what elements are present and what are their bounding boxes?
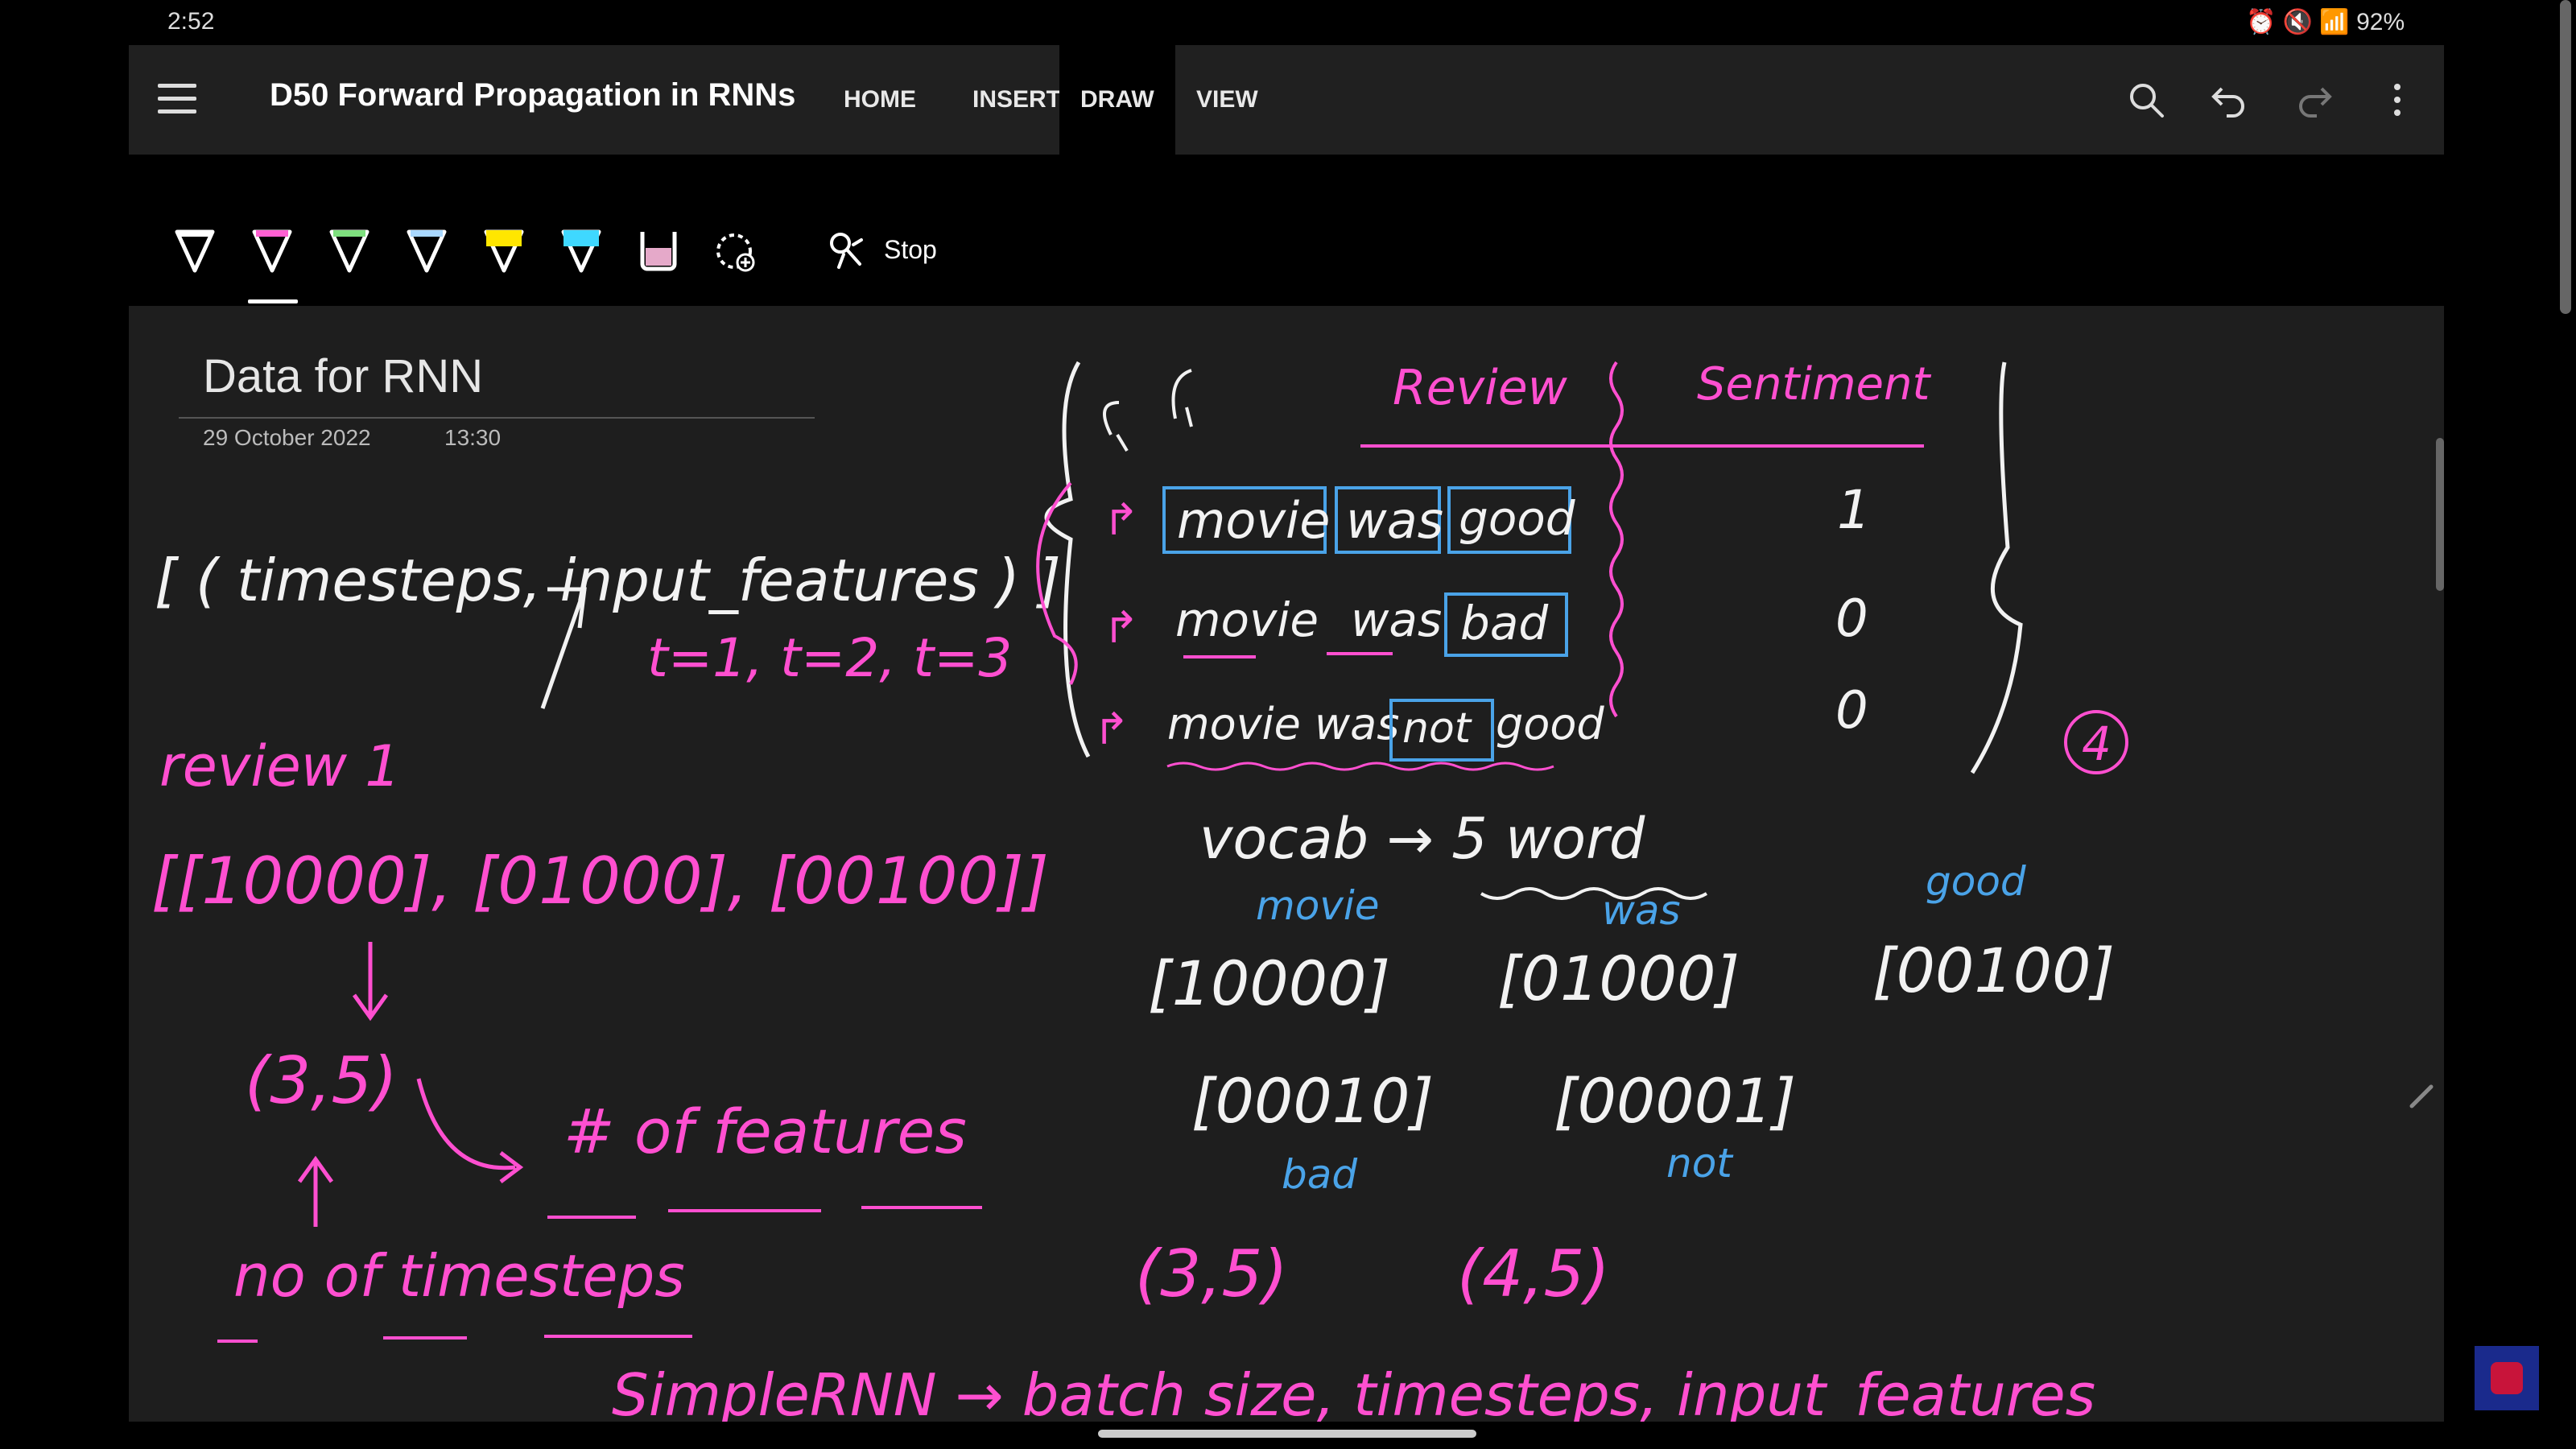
ink-shape-b: (4,5) (1457, 1236, 1610, 1311)
ink-header-sentiment: Sentiment (1697, 358, 1932, 411)
stop-button-label[interactable]: Stop (884, 235, 937, 265)
handwritten-ink: [ ( timesteps, input_features ) ] t=1, t… (151, 358, 2128, 1422)
ink-column-divider (1609, 361, 1624, 718)
ink-row2-sentiment: 0 (1835, 589, 1868, 649)
mute-icon: 🔇 (2282, 9, 2314, 35)
ink-features-underline (547, 1206, 982, 1219)
ink-vec-1: [10000] (1148, 947, 1390, 1019)
ink-row2-word3: bad (1460, 596, 1549, 650)
ink-row3-word1: movie was (1167, 699, 1399, 749)
ink-shape-line: [ ( timesteps, input_features ) ] (155, 547, 1061, 614)
ink-row-arrow-2: ↱ (1103, 602, 1139, 653)
pencil-cursor-icon (2409, 1084, 2434, 1108)
wifi-icon: 📶 (2319, 9, 2350, 35)
status-bar: 2:52 ⏰ 🔇 📶 92% (0, 0, 2576, 45)
ink-row3-underline (1166, 762, 1554, 771)
search-icon[interactable] (2124, 77, 2169, 122)
tab-draw[interactable]: DRAW (1059, 45, 1175, 155)
ink-row3-word2: not (1402, 704, 1472, 753)
ink-row-arrow-1: ↱ (1103, 494, 1139, 545)
ink-row1-sentiment: 1 (1837, 479, 1871, 541)
pink-pen-icon[interactable] (250, 225, 295, 277)
onenote-app: D50 Forward Propagation in RNNs HOME INS… (129, 45, 2444, 1422)
lasso-stop-icon[interactable] (823, 225, 868, 277)
redo-icon[interactable] (2291, 77, 2336, 122)
light-blue-pen-icon[interactable] (404, 225, 449, 277)
ink-t-line: t=1, t=2, t=3 (647, 627, 1012, 689)
ink-label-not: not (1666, 1140, 1734, 1187)
cyan-highlighter-icon[interactable] (559, 225, 604, 277)
ink-features-label: # of features (564, 1096, 967, 1167)
ink-vec-4: [00010] (1191, 1065, 1434, 1137)
ink-row1-word2: was (1346, 491, 1443, 550)
ink-curl-arrow-1 (1103, 401, 1129, 452)
status-right: ⏰ 🔇 📶 92% (2246, 8, 2405, 36)
ink-bottom-line: SimpleRNN → batch size, timesteps, input… (612, 1361, 2095, 1422)
ink-review1: review 1 (159, 733, 401, 799)
alarm-icon: ⏰ (2246, 9, 2277, 35)
ink-count-four: 4 (2082, 716, 2112, 771)
ink-timesteps-underline (217, 1335, 692, 1343)
ink-row2-underline (1183, 652, 1393, 658)
ink-right-brace (1970, 361, 2023, 774)
overlay-app-icon[interactable] (2475, 1346, 2539, 1410)
ink-shape-35: (3,5) (245, 1043, 398, 1118)
status-time: 2:52 (167, 8, 215, 35)
ink-row1-word3: good (1459, 491, 1576, 546)
white-pen-icon[interactable] (172, 225, 217, 277)
ink-header-review: Review (1393, 360, 1568, 416)
ink-row2-word2: was (1351, 592, 1442, 647)
ink-label-bad: bad (1282, 1151, 1357, 1198)
battery-level: 92% (2356, 9, 2405, 35)
ink-vec-5: [00001] (1554, 1065, 1796, 1137)
ink-vec-2: [01000] (1497, 943, 1740, 1014)
ink-label-was: was (1602, 887, 1681, 934)
green-pen-icon[interactable] (327, 225, 372, 277)
eraser-icon[interactable] (636, 225, 681, 277)
note-canvas[interactable]: Data for RNN 29 October 2022 13:30 [ ( t… (129, 306, 2444, 1422)
yellow-highlighter-icon[interactable] (481, 225, 526, 277)
ink-row3-word3: good (1496, 699, 1604, 749)
screen-scrollbar[interactable] (2560, 0, 2571, 314)
ink-down-arrow (352, 942, 389, 1022)
tab-home[interactable]: HOME (823, 45, 937, 155)
ink-row2-word1: movie (1175, 592, 1319, 647)
page-scrollbar[interactable] (2436, 438, 2444, 591)
ink-up-arrow (297, 1155, 334, 1227)
ink-vocab-line: vocab → 5 word (1199, 806, 1645, 872)
selected-pen-indicator (248, 299, 298, 303)
ink-curl-arrow-2 (1171, 369, 1193, 427)
ink-vec-3: [00100] (1872, 935, 2115, 1006)
ink-row3-sentiment: 0 (1835, 681, 1868, 741)
ink-row-arrow-3: ↱ (1093, 704, 1129, 754)
ink-timesteps-label: no of timesteps (233, 1242, 685, 1310)
ink-shape-a: (3,5) (1135, 1236, 1288, 1311)
hamburger-menu-icon[interactable] (158, 84, 196, 116)
ink-review-vectors: [[10000], [01000], [00100]] (151, 844, 1049, 919)
tab-view[interactable]: VIEW (1175, 45, 1279, 155)
undo-icon[interactable] (2207, 77, 2252, 122)
ink-row1-word1: movie (1177, 491, 1330, 550)
ink-label-good: good (1926, 858, 2026, 905)
gesture-home-bar[interactable] (1098, 1430, 1476, 1438)
ink-label-movie: movie (1256, 882, 1380, 929)
app-header: D50 Forward Propagation in RNNs HOME INS… (129, 45, 2444, 155)
add-pen-icon[interactable] (713, 225, 758, 277)
more-options-icon[interactable] (2375, 77, 2420, 122)
ink-features-arrow (416, 1078, 524, 1183)
document-title: D50 Forward Propagation in RNNs (270, 77, 796, 113)
draw-toolbar: Stop (129, 155, 2444, 306)
